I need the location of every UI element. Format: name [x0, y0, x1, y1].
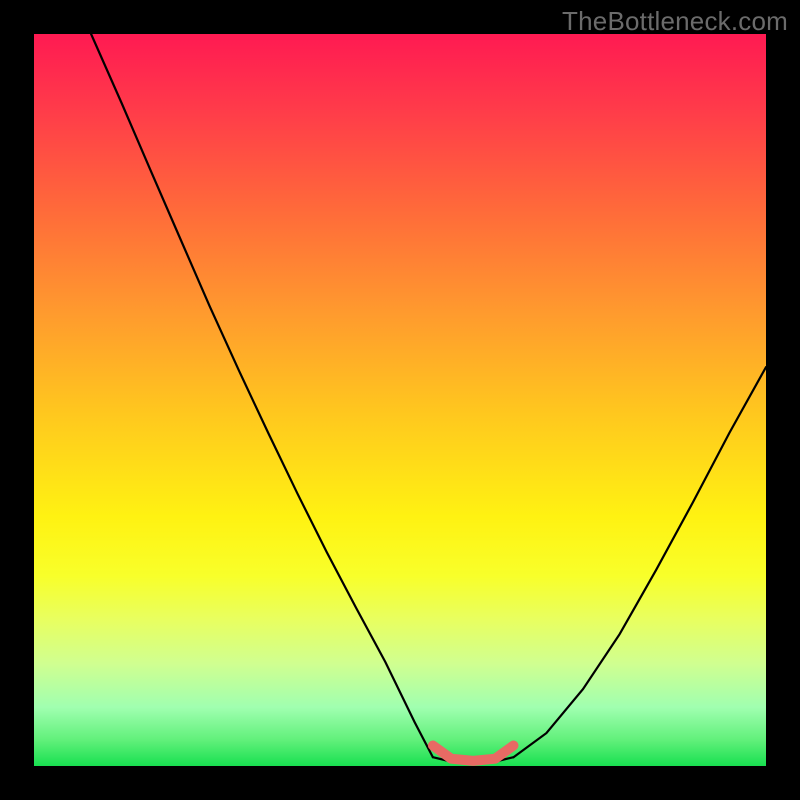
plot-area	[34, 34, 766, 766]
outer-black-frame: TheBottleneck.com	[0, 0, 800, 800]
curve-right-branch	[514, 367, 767, 757]
curve-layer	[34, 34, 766, 766]
watermark-text: TheBottleneck.com	[562, 6, 788, 37]
curve-highlight-segment	[433, 746, 514, 761]
curve-left-branch	[91, 34, 433, 757]
